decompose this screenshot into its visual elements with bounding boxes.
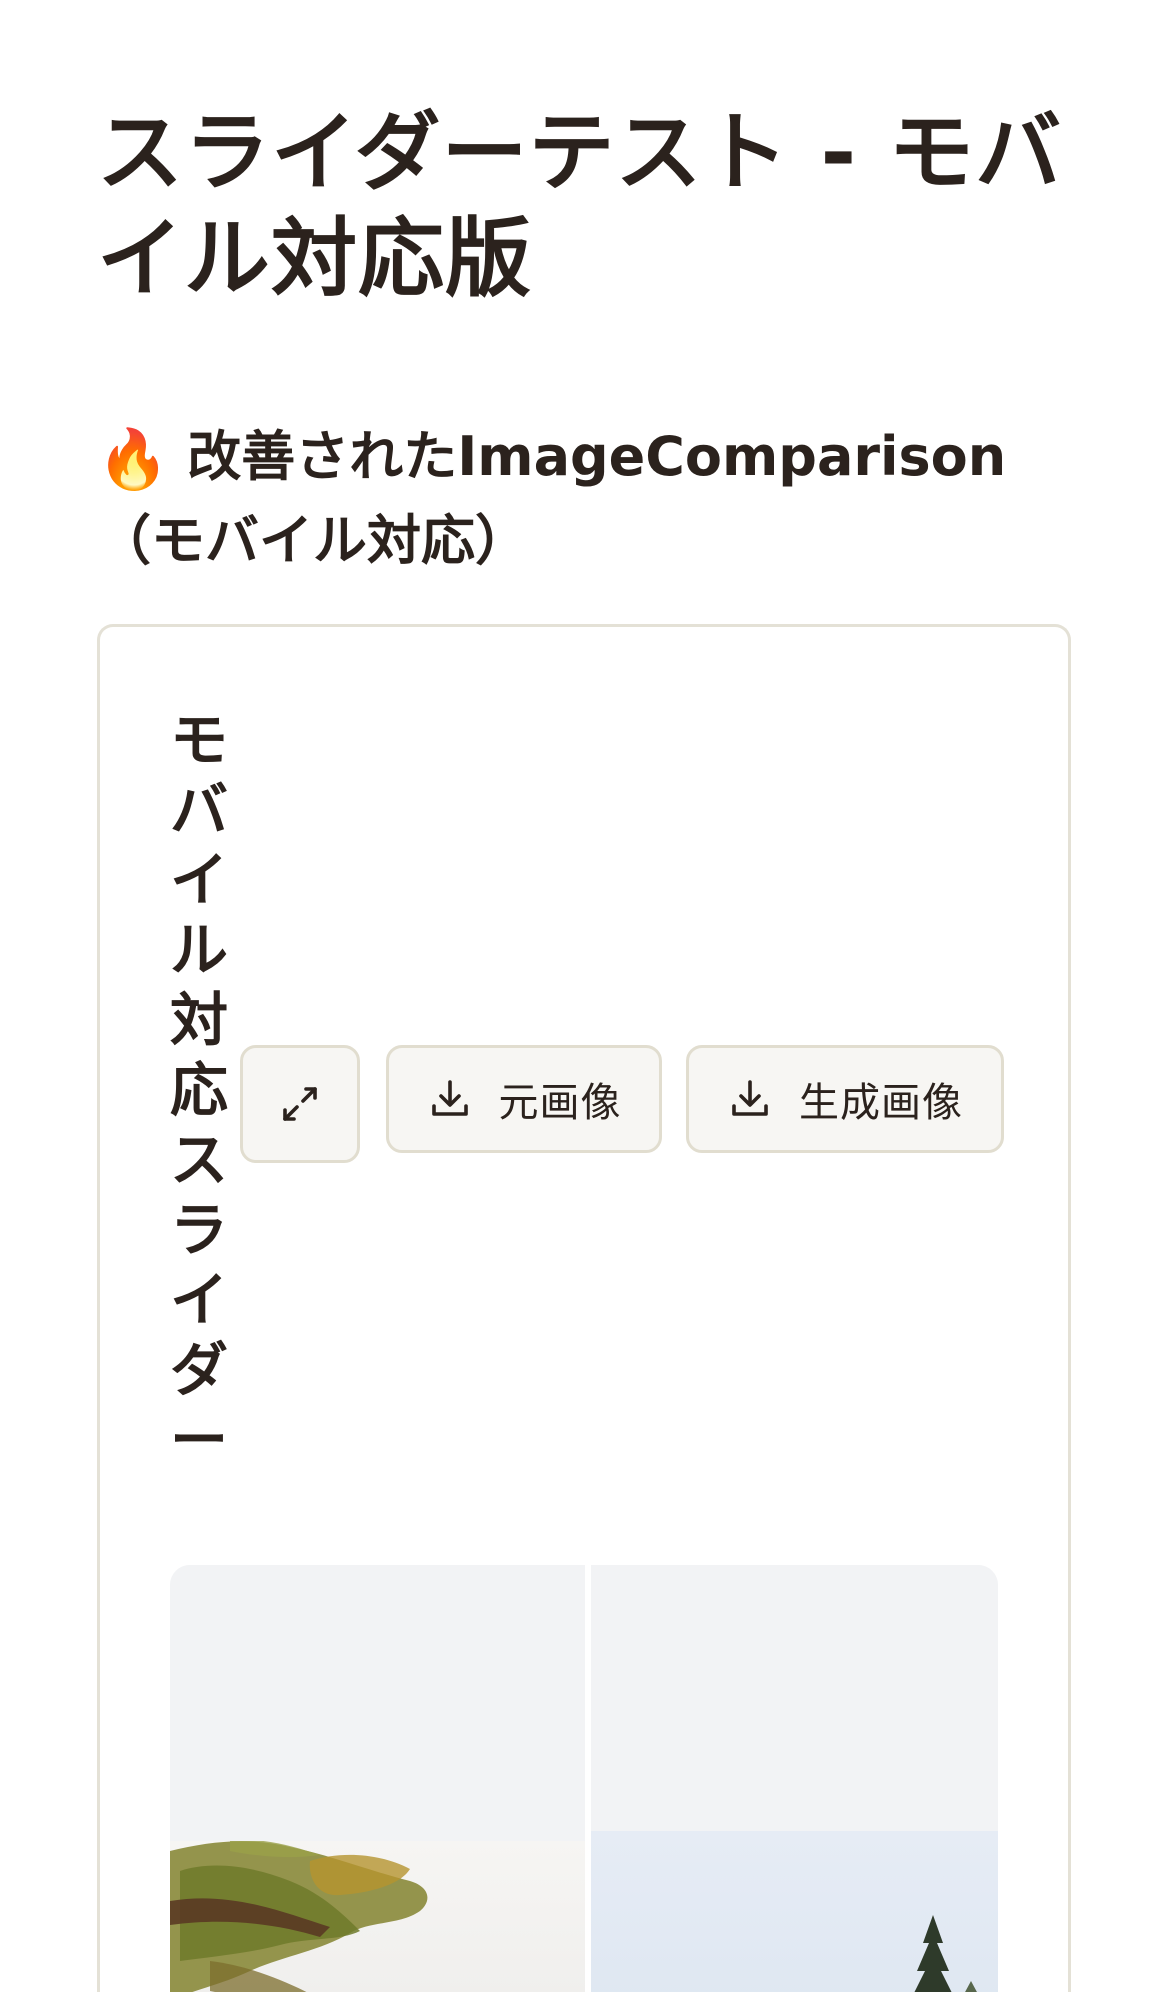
image-comparison-slider[interactable] [170, 1565, 998, 1992]
section-heading: 🔥 改善されたImageComparison（モバイル対応） [97, 416, 1077, 582]
card-title: モバイル対応スライダー [170, 706, 229, 1474]
download-original-button[interactable]: 元画像 [386, 1045, 662, 1153]
image-comparison-card: モバイル対応スライダー 元画像 生成画像 [97, 624, 1071, 1992]
section-heading-text: 改善されたImageComparison（モバイル対応） [97, 425, 1007, 572]
original-image-pane [170, 1565, 585, 1992]
download-generated-label: 生成画像 [799, 1080, 963, 1126]
original-photo [170, 1839, 585, 1992]
download-icon [427, 1076, 473, 1122]
fire-icon: 🔥 [97, 425, 170, 493]
download-generated-button[interactable]: 生成画像 [686, 1045, 1004, 1153]
page-title: スライダーテスト - モバイル対応版 [97, 103, 1063, 309]
fullscreen-button[interactable] [240, 1045, 360, 1163]
generated-photo [591, 1831, 998, 1992]
expand-icon [277, 1081, 323, 1127]
download-original-label: 元画像 [498, 1080, 622, 1126]
generated-image-pane [591, 1565, 998, 1992]
download-icon [727, 1076, 773, 1122]
